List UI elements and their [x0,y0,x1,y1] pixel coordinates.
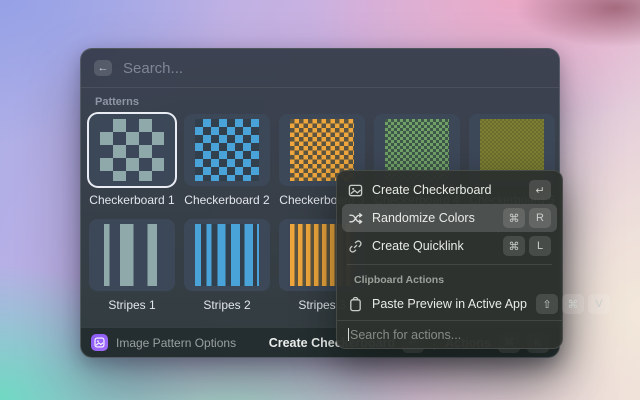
image-icon [94,337,105,348]
pattern-cell: Stripes 2 [184,219,270,324]
pattern-label: Checkerboard 2 [184,193,269,207]
cmd-key-badge: ⌘ [503,236,525,256]
pattern-cell: Checkerboard 2 [184,114,270,219]
menu-item-paste-preview[interactable]: Paste Preview in Active App ⇧ ⌘ V [342,290,557,318]
pattern-tile-stripes-1[interactable] [89,219,175,291]
menu-item-shortcut: ⇧ ⌘ V [536,294,610,314]
link-icon [348,239,363,254]
pattern-tile-stripes-2[interactable] [184,219,270,291]
search-input[interactable]: Search... [123,60,183,77]
back-button[interactable]: ← [94,60,112,76]
menu-item-create-quicklink[interactable]: Create Quicklink ⌘ L [342,232,557,260]
image-icon [348,183,363,198]
menu-section-title: Clipboard Actions [342,269,557,290]
pattern-cell: Stripes 1 [89,219,175,324]
pattern-label: Checkerboard 1 [89,193,174,207]
pattern-tile-checkerboard-1[interactable] [89,114,175,186]
actions-menu: Create Checkerboard ↵ Randomize Colors ⌘… [336,170,563,349]
pattern-label: Stripes 1 [108,298,155,312]
menu-item-shortcut: ⌘ L [503,236,551,256]
pattern-cell: Checkerboard 1 [89,114,175,219]
return-key-badge: ↵ [529,180,551,200]
menu-item-shortcut: ⌘ R [503,208,551,228]
r-key-badge: R [529,208,551,228]
menu-item-create-checkerboard[interactable]: Create Checkerboard ↵ [342,176,557,204]
patterns-section-title: Patterns [81,88,559,114]
shuffle-icon [348,211,363,226]
actions-search-input[interactable]: Search for actions... [337,320,562,348]
pattern-label: Stripes 2 [203,298,250,312]
menu-item-label: Paste Preview in Active App [372,297,527,311]
cmd-key-badge: ⌘ [562,294,584,314]
menu-item-randomize-colors[interactable]: Randomize Colors ⌘ R [342,204,557,232]
footer-app-label: Image Pattern Options [116,336,236,350]
extension-icon [91,334,108,351]
back-arrow-icon: ← [98,62,109,74]
shift-key-badge: ⇧ [536,294,558,314]
v-key-badge: V [588,294,610,314]
menu-item-shortcut: ↵ [529,180,551,200]
actions-search-placeholder: Search for actions... [350,328,461,342]
text-caret [348,328,349,341]
menu-item-label: Create Checkerboard [372,183,492,197]
menu-item-label: Create Quicklink [372,239,464,253]
menu-separator [347,264,552,265]
actions-menu-list: Create Checkerboard ↵ Randomize Colors ⌘… [337,176,562,318]
pattern-tile-checkerboard-2[interactable] [184,114,270,186]
titlebar: ← Search... [81,49,559,88]
cmd-key-badge: ⌘ [503,208,525,228]
pattern-preview [195,119,259,181]
pattern-preview [100,119,164,181]
l-key-badge: L [529,236,551,256]
pattern-preview [100,224,164,286]
clipboard-icon [348,297,363,312]
menu-item-label: Randomize Colors [372,211,475,225]
pattern-preview [195,224,259,286]
